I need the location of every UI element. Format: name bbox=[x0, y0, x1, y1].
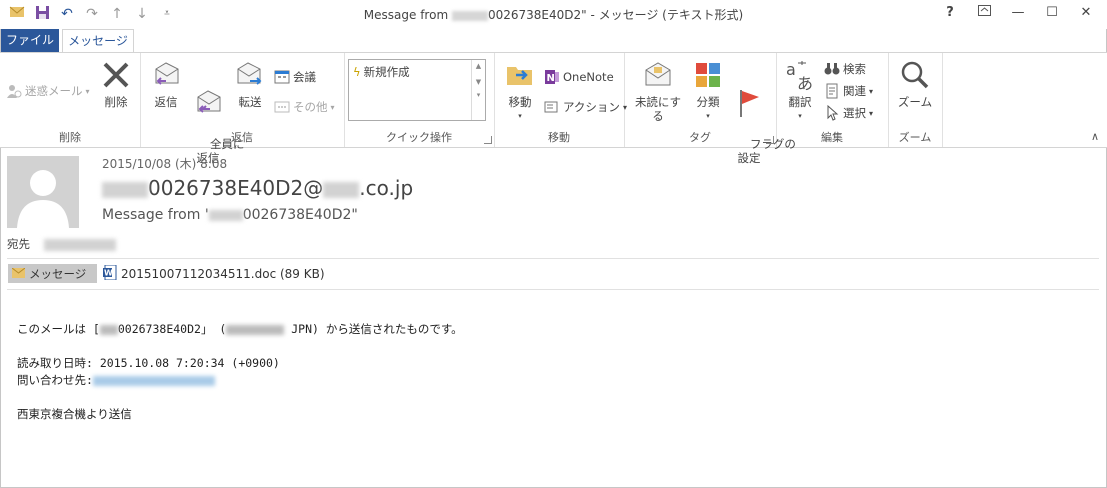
more-button[interactable]: その他 ▾ bbox=[274, 99, 335, 115]
ribbon-tabs: ファイル メッセージ bbox=[0, 29, 1107, 52]
tab-message[interactable]: メッセージ bbox=[62, 29, 134, 52]
message-body: このメールは [0026738E40D2」 ( JPN) から送信されたものです… bbox=[17, 322, 463, 421]
delete-button[interactable]: 削除 bbox=[98, 59, 134, 109]
follow-up-button[interactable]: フラグの 設定 bbox=[728, 59, 796, 179]
svg-text:あ: あ bbox=[797, 74, 813, 91]
quick-steps-scrollbar[interactable]: ▲ ▼ ▾ bbox=[471, 60, 485, 120]
attachment-file[interactable]: W 20151007112034511.doc (89 KB) bbox=[103, 264, 325, 283]
close-button[interactable]: ✕ bbox=[1075, 5, 1097, 20]
cursor-icon bbox=[824, 104, 840, 121]
related-button[interactable]: 関連 ▾ bbox=[824, 83, 873, 99]
envelope-icon bbox=[11, 267, 26, 281]
find-button[interactable]: 検索 bbox=[824, 61, 866, 77]
attachment-message-tab[interactable]: メッセージ bbox=[8, 264, 97, 283]
svg-text:W: W bbox=[104, 269, 113, 278]
group-zoom: ズーム ズーム bbox=[888, 53, 943, 147]
group-label-tags: タグ bbox=[689, 131, 711, 144]
to-field: 宛先 bbox=[7, 236, 116, 252]
group-label-quick: クイック操作 bbox=[386, 131, 452, 144]
categorize-button[interactable]: 分類 ▾ bbox=[692, 59, 724, 123]
unread-envelope-icon bbox=[645, 62, 671, 86]
lightning-icon: ϟ bbox=[353, 65, 361, 79]
group-quick-steps: ϟ 新規作成 ▲ ▼ ▾ クイック操作 bbox=[344, 53, 495, 147]
attachment-divider bbox=[7, 289, 1099, 290]
quick-steps-gallery[interactable]: ϟ 新規作成 ▲ ▼ ▾ bbox=[348, 59, 486, 121]
window-controls: ? — ☐ ✕ bbox=[939, 5, 1097, 20]
group-label-zoom: ズーム bbox=[898, 131, 932, 144]
binoculars-icon bbox=[824, 61, 840, 77]
meeting-button[interactable]: 会議 bbox=[274, 69, 316, 85]
group-delete: 迷惑メール ▾ 削除 削除 bbox=[0, 53, 141, 147]
minimize-button[interactable]: — bbox=[1007, 5, 1029, 20]
group-tags: 未読にする 分類 ▾ フラグの 設定 タグ bbox=[624, 53, 796, 165]
onenote-button[interactable]: N OneNote bbox=[544, 69, 614, 85]
onenote-icon: N bbox=[544, 69, 560, 85]
flag-icon bbox=[740, 90, 759, 117]
group-label-delete: 削除 bbox=[59, 131, 81, 144]
ribbon: 迷惑メール ▾ 削除 削除 返信 全員に 返信 転送 会議 その他 ▾ 返信 ϟ… bbox=[0, 52, 1107, 165]
group-label-move: 移動 bbox=[548, 131, 570, 144]
group-respond: 返信 全員に 返信 転送 会議 その他 ▾ 返信 bbox=[140, 53, 345, 165]
reply-button[interactable]: 返信 bbox=[148, 59, 184, 109]
quick-steps-launcher[interactable] bbox=[484, 136, 492, 144]
zoom-button[interactable]: ズーム bbox=[894, 59, 936, 109]
collapse-ribbon-icon[interactable]: ∧ bbox=[1091, 130, 1099, 143]
group-label-editing: 編集 bbox=[821, 131, 843, 144]
subject: Message from ' 0026738E40D2" bbox=[102, 207, 358, 223]
move-folder-icon bbox=[507, 67, 532, 85]
forward-button[interactable]: 転送 bbox=[232, 59, 268, 109]
ribbon-display-icon[interactable] bbox=[973, 5, 995, 20]
tags-launcher[interactable] bbox=[766, 136, 774, 144]
group-label-respond: 返信 bbox=[231, 131, 253, 144]
sender-address[interactable]: 0026738E40D2@ .co.jp bbox=[102, 176, 413, 200]
meeting-icon bbox=[274, 69, 290, 85]
mark-unread-button[interactable]: 未読にする bbox=[630, 59, 686, 123]
header-divider bbox=[7, 258, 1099, 259]
group-editing: aあ 翻訳 ▾ 検索 関連 ▾ 選択 ▾ 編集 bbox=[776, 53, 889, 147]
more-icon bbox=[274, 99, 290, 115]
tab-file[interactable]: ファイル bbox=[1, 29, 59, 52]
actions-button[interactable]: アクション ▾ bbox=[544, 99, 627, 115]
title-bar: ↶ ↷ ↑ ↓ ⩡ Message from 0026738E40D2" - メ… bbox=[0, 0, 1107, 29]
sent-date: 2015/10/08 (木) 8:08 bbox=[102, 157, 228, 171]
reply-all-icon bbox=[197, 90, 221, 113]
categorize-icon bbox=[696, 63, 720, 87]
junk-button[interactable]: 迷惑メール ▾ bbox=[6, 83, 90, 99]
forward-icon bbox=[237, 62, 262, 85]
svg-text:N: N bbox=[547, 73, 555, 84]
actions-icon bbox=[544, 99, 560, 115]
related-icon bbox=[824, 83, 840, 99]
translate-icon: aあ bbox=[786, 60, 813, 91]
reply-icon bbox=[155, 62, 179, 85]
avatar bbox=[7, 156, 79, 228]
help-button[interactable]: ? bbox=[939, 5, 961, 20]
quick-step-new[interactable]: ϟ 新規作成 bbox=[353, 64, 410, 80]
recipient[interactable] bbox=[43, 238, 116, 251]
contact-link[interactable] bbox=[92, 375, 215, 386]
select-button[interactable]: 選択 ▾ bbox=[824, 104, 873, 121]
junk-icon bbox=[6, 83, 22, 99]
translate-button[interactable]: aあ 翻訳 ▾ bbox=[782, 59, 818, 123]
person-icon bbox=[17, 170, 69, 228]
word-doc-icon: W bbox=[103, 264, 117, 283]
svg-text:a: a bbox=[786, 60, 796, 79]
delete-x-icon bbox=[103, 62, 129, 88]
group-move: 移動 ▾ N OneNote アクション ▾ 移動 bbox=[494, 53, 627, 147]
magnifier-icon bbox=[901, 61, 929, 89]
move-button[interactable]: 移動 ▾ bbox=[502, 59, 538, 123]
maximize-button[interactable]: ☐ bbox=[1041, 5, 1063, 20]
